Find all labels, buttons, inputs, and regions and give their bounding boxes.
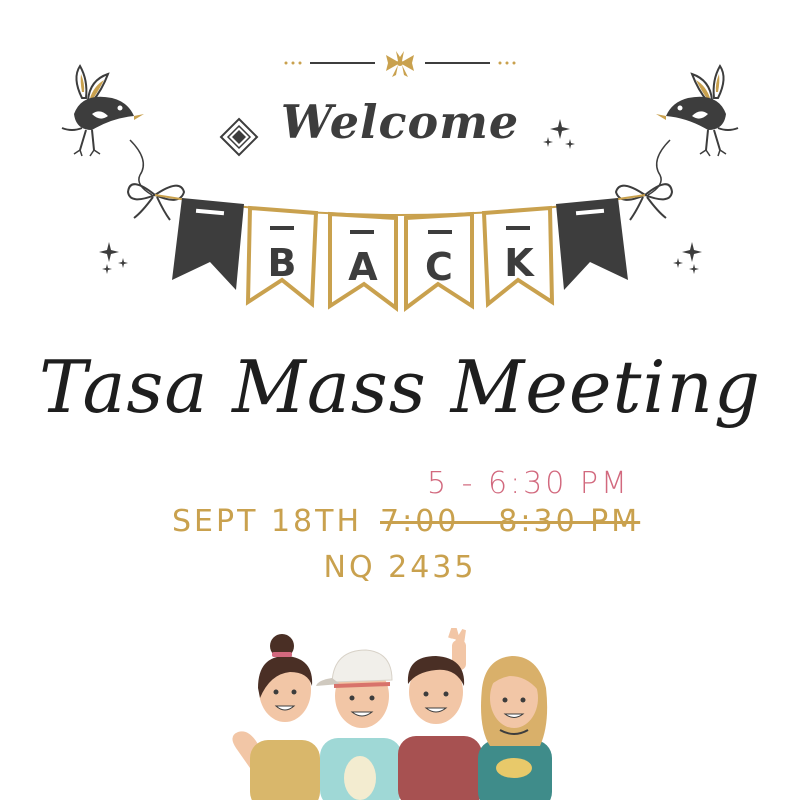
- banner-letter: K: [504, 241, 535, 285]
- banner-letter: B: [268, 241, 297, 285]
- person-left: [232, 634, 320, 800]
- event-location: NQ 2435: [323, 550, 477, 585]
- person-peace: [398, 628, 482, 800]
- old-time-struck: 7:00 - 8:30 PM: [380, 504, 641, 539]
- date-line: SEPT 18TH 7:00 - 8:30 PM: [172, 504, 640, 539]
- banner-letter: C: [425, 245, 453, 289]
- banner-letter: A: [348, 245, 378, 289]
- person-cap: [316, 649, 402, 800]
- bow-icon: [126, 183, 186, 221]
- event-date: SEPT 18TH: [172, 504, 363, 539]
- new-time: 5 - 6:30 PM: [427, 466, 630, 501]
- event-title: Tasa Mass Meeting: [39, 345, 761, 429]
- friends-illustration: [232, 628, 552, 800]
- bow-icon: [614, 183, 674, 221]
- person-right: [478, 656, 552, 800]
- back-banner: B A C K: [126, 139, 674, 312]
